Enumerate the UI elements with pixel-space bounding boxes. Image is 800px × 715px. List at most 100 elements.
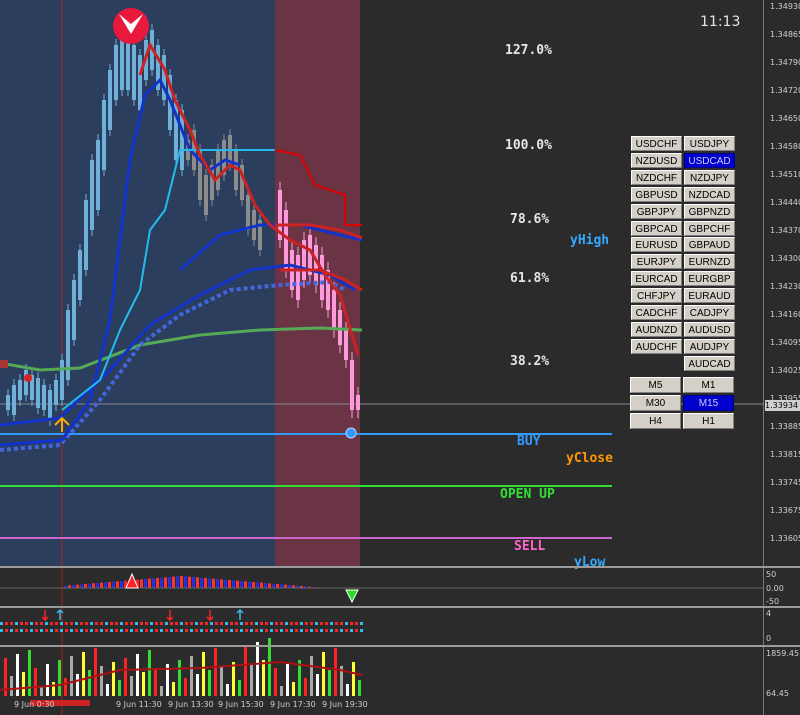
signal-dot-top: [280, 622, 283, 625]
signal-dot-top: [10, 622, 13, 625]
price-tick: 1.34370: [770, 226, 800, 235]
symbol-button-usdjpy[interactable]: USDJPY: [684, 136, 735, 151]
signal-dot-top: [120, 622, 123, 625]
timeframe-button-m1[interactable]: M1: [683, 377, 734, 393]
symbol-button-euraud[interactable]: EURAUD: [684, 288, 735, 304]
signal-dot-bottom: [0, 629, 3, 632]
volume-bar: [190, 656, 193, 696]
candle-body: [344, 330, 348, 360]
price-tick: 1.34230: [770, 282, 800, 291]
price-tick: 1.33815: [770, 450, 800, 459]
candle-body: [332, 290, 336, 330]
price-tick: 1.34510: [770, 170, 800, 179]
symbol-button-gbpchf[interactable]: GBPCHF: [684, 220, 735, 236]
timeframe-button-h4[interactable]: H4: [630, 413, 681, 429]
timeframe-button-m5[interactable]: M5: [630, 377, 681, 393]
indicator-separator-3: [0, 645, 800, 647]
volume-bar: [244, 646, 247, 696]
signal-dot-top: [115, 622, 118, 625]
symbol-button-gbpnzd[interactable]: GBPNZD: [684, 203, 735, 219]
symbol-button-eurjpy[interactable]: EURJPY: [631, 254, 682, 270]
volume-bar: [58, 660, 61, 696]
signal-dot-top: [275, 622, 278, 625]
signal-dot-bottom: [50, 629, 53, 632]
symbol-button-audchf[interactable]: AUDCHF: [631, 338, 682, 354]
signal-dot-bottom: [305, 629, 308, 632]
symbol-button-audcad[interactable]: AUDCAD: [684, 355, 735, 371]
symbol-button-gbpjpy[interactable]: GBPJPY: [631, 203, 682, 219]
symbol-button-nzdcad[interactable]: NZDCAD: [684, 186, 735, 202]
signal-dot-bottom: [345, 629, 348, 632]
server-clock: 11:13: [700, 14, 741, 30]
symbol-button-audnzd[interactable]: AUDNZD: [631, 321, 682, 337]
histogram-bar: [240, 581, 243, 588]
fib-level-127: 127.0%: [505, 43, 552, 58]
candle-body: [114, 45, 118, 100]
volume-bar: [46, 664, 49, 696]
signal-dot-bottom: [330, 629, 333, 632]
signal-dot-top: [320, 622, 323, 625]
histogram-bar: [140, 579, 143, 588]
signal-dot-bottom: [240, 629, 243, 632]
symbol-button-audusd[interactable]: AUDUSD: [684, 321, 735, 337]
timeframe-button-h1[interactable]: H1: [683, 413, 734, 429]
signal-dot-bottom: [245, 629, 248, 632]
symbol-button-gbpaud[interactable]: GBPAUD: [684, 237, 735, 253]
symbol-button-eurgbp[interactable]: EURGBP: [684, 271, 735, 287]
signal-dot-top: [225, 622, 228, 625]
up-arrow-icon: [236, 608, 244, 620]
signal-dot-bottom: [65, 629, 68, 632]
symbol-button-eurusd[interactable]: EURUSD: [631, 237, 682, 253]
volume-bar: [214, 648, 217, 696]
symbol-button-cadchf[interactable]: CADCHF: [631, 305, 682, 320]
signal-dot-bottom: [100, 629, 103, 632]
signal-dot-bottom: [20, 629, 23, 632]
symbol-button-nzdusd[interactable]: NZDUSD: [631, 152, 682, 168]
signal-dot-bottom: [120, 629, 123, 632]
symbol-button-usdchf[interactable]: USDCHF: [631, 136, 682, 151]
symbol-button-gbpcad[interactable]: GBPCAD: [631, 220, 682, 236]
symbol-button-eurnzd[interactable]: EURNZD: [684, 254, 735, 270]
signal-dot-top: [105, 622, 108, 625]
price-tick: 1.34160: [770, 310, 800, 319]
symbol-button-chfjpy[interactable]: CHFJPY: [631, 288, 682, 304]
symbol-button-nzdjpy[interactable]: NZDJPY: [684, 169, 735, 185]
signal-dot-bottom: [175, 629, 178, 632]
symbol-button-cadjpy[interactable]: CADJPY: [684, 305, 735, 320]
signal-dot-top: [185, 622, 188, 625]
symbol-button-usdcad[interactable]: USDCAD: [684, 152, 735, 168]
signal-dot-bottom: [105, 629, 108, 632]
signal-dot-bottom: [130, 629, 133, 632]
signal-dot-bottom: [80, 629, 83, 632]
signal-dot-top: [190, 622, 193, 625]
time-tick: 9 Jun 0:30: [14, 700, 55, 709]
histogram-bar: [252, 582, 255, 588]
signal-dot-top: [205, 622, 208, 625]
signal-dot-bottom: [15, 629, 18, 632]
symbol-button-audjpy[interactable]: AUDJPY: [684, 338, 735, 354]
signal-dot-bottom: [170, 629, 173, 632]
histogram-bar: [172, 576, 175, 588]
signal-dot-bottom: [165, 629, 168, 632]
candle-body: [90, 160, 94, 230]
signal-dot-bottom: [75, 629, 78, 632]
symbol-button-nzdchf[interactable]: NZDCHF: [631, 169, 682, 185]
down-signal-icon: [345, 589, 359, 604]
symbol-button-eurcad[interactable]: EURCAD: [631, 271, 682, 287]
symbol-button-gbpusd[interactable]: GBPUSD: [631, 186, 682, 202]
signal-dot-bottom: [195, 629, 198, 632]
signal-dot-top: [75, 622, 78, 625]
volume-bar: [250, 664, 253, 696]
histogram-bar: [276, 584, 279, 588]
volume-bar: [226, 684, 229, 696]
candle-body: [60, 360, 64, 400]
candle-body: [356, 395, 360, 410]
timeframe-button-m15[interactable]: M15: [683, 395, 734, 411]
timeframe-button-m30[interactable]: M30: [630, 395, 681, 411]
histogram-bar: [208, 578, 211, 588]
time-tick: 9 Jun 15:30: [218, 700, 264, 709]
candle-body: [24, 370, 28, 395]
candle-body: [108, 70, 112, 130]
histogram-bar: [244, 581, 247, 588]
histogram-bar: [196, 577, 199, 588]
